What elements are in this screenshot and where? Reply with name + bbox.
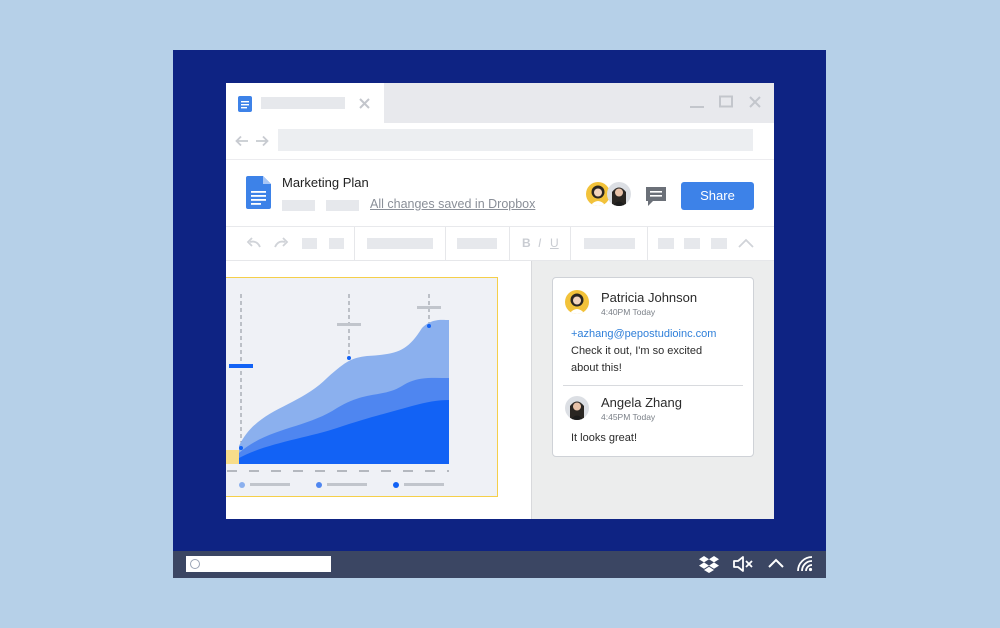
avatar [565,396,589,420]
toolbar-button-placeholder[interactable] [684,238,700,249]
browser-tab[interactable] [226,83,384,123]
comment-icon[interactable] [645,186,667,207]
tab-title-placeholder [261,97,345,109]
forward-icon[interactable] [255,135,269,147]
comment-thread[interactable]: Patricia Johnson 4:40PM Today +azhang@pe… [552,277,754,457]
toolbar-divider [570,227,571,260]
toolbar-dropdown-placeholder[interactable] [457,238,497,249]
browser-window: Marketing Plan All changes saved in Drop… [226,83,774,519]
close-icon[interactable] [359,98,370,109]
menu-placeholder[interactable] [282,200,315,211]
comment-divider [563,385,743,386]
chart-areas [226,319,449,464]
chart-legend [239,482,444,488]
toolbar-divider [647,227,648,260]
docs-icon [238,96,252,112]
undo-icon[interactable] [246,237,262,249]
comment-author: Angela Zhang [601,395,682,410]
menu-placeholder[interactable] [326,200,359,211]
taskbar [173,551,826,578]
toolbar-button-placeholder[interactable] [329,238,344,249]
taskbar-search-input[interactable] [186,556,331,572]
selected-chart[interactable] [226,277,498,497]
comment-text: Check it out, I'm so excited [571,345,703,357]
chevron-up-icon[interactable] [767,555,785,573]
underline-button[interactable]: U [550,236,559,250]
comment-time: 4:45PM Today [601,412,656,422]
bold-button[interactable]: B [522,236,531,250]
chevron-up-icon[interactable] [738,238,754,249]
comment-text: It looks great! [571,432,638,444]
maximize-icon[interactable] [718,95,734,109]
toolbar-divider [445,227,446,260]
toolbar-dropdown-placeholder[interactable] [584,238,635,249]
document-header: Marketing Plan All changes saved in Drop… [226,160,774,227]
mute-icon[interactable] [732,555,756,573]
toolbar-button-placeholder[interactable] [711,238,727,249]
wifi-icon[interactable] [796,555,814,573]
docs-icon [246,176,271,209]
avatar[interactable] [607,182,631,206]
document-body [226,261,531,519]
comment-author: Patricia Johnson [601,290,698,305]
italic-button[interactable]: I [538,236,541,250]
toolbar-button-placeholder[interactable] [658,238,674,249]
address-bar [226,123,774,160]
area-chart [226,294,449,488]
save-status-link[interactable]: All changes saved in Dropbox [370,197,535,211]
tab-bar [226,83,774,123]
window-close-icon[interactable] [748,95,762,109]
search-icon [190,559,200,569]
avatar [565,290,589,314]
minimize-icon[interactable] [689,95,705,109]
comment-text: about this! [571,362,622,374]
share-button[interactable]: Share [681,182,754,210]
toolbar-divider [354,227,355,260]
comments-sidebar: Patricia Johnson 4:40PM Today +azhang@pe… [531,261,774,519]
back-icon[interactable] [235,135,249,147]
toolbar-button-placeholder[interactable] [302,238,317,249]
toolbar-dropdown-placeholder[interactable] [367,238,433,249]
toolbar-divider [509,227,510,260]
dropbox-icon[interactable] [699,555,719,573]
url-input[interactable] [278,129,753,151]
comment-mention[interactable]: +azhang@pepostudioinc.com [571,326,716,343]
comment-time: 4:40PM Today [601,307,656,317]
document-title[interactable]: Marketing Plan [282,175,369,190]
redo-icon[interactable] [273,237,289,249]
formatting-toolbar: B I U [226,227,774,261]
